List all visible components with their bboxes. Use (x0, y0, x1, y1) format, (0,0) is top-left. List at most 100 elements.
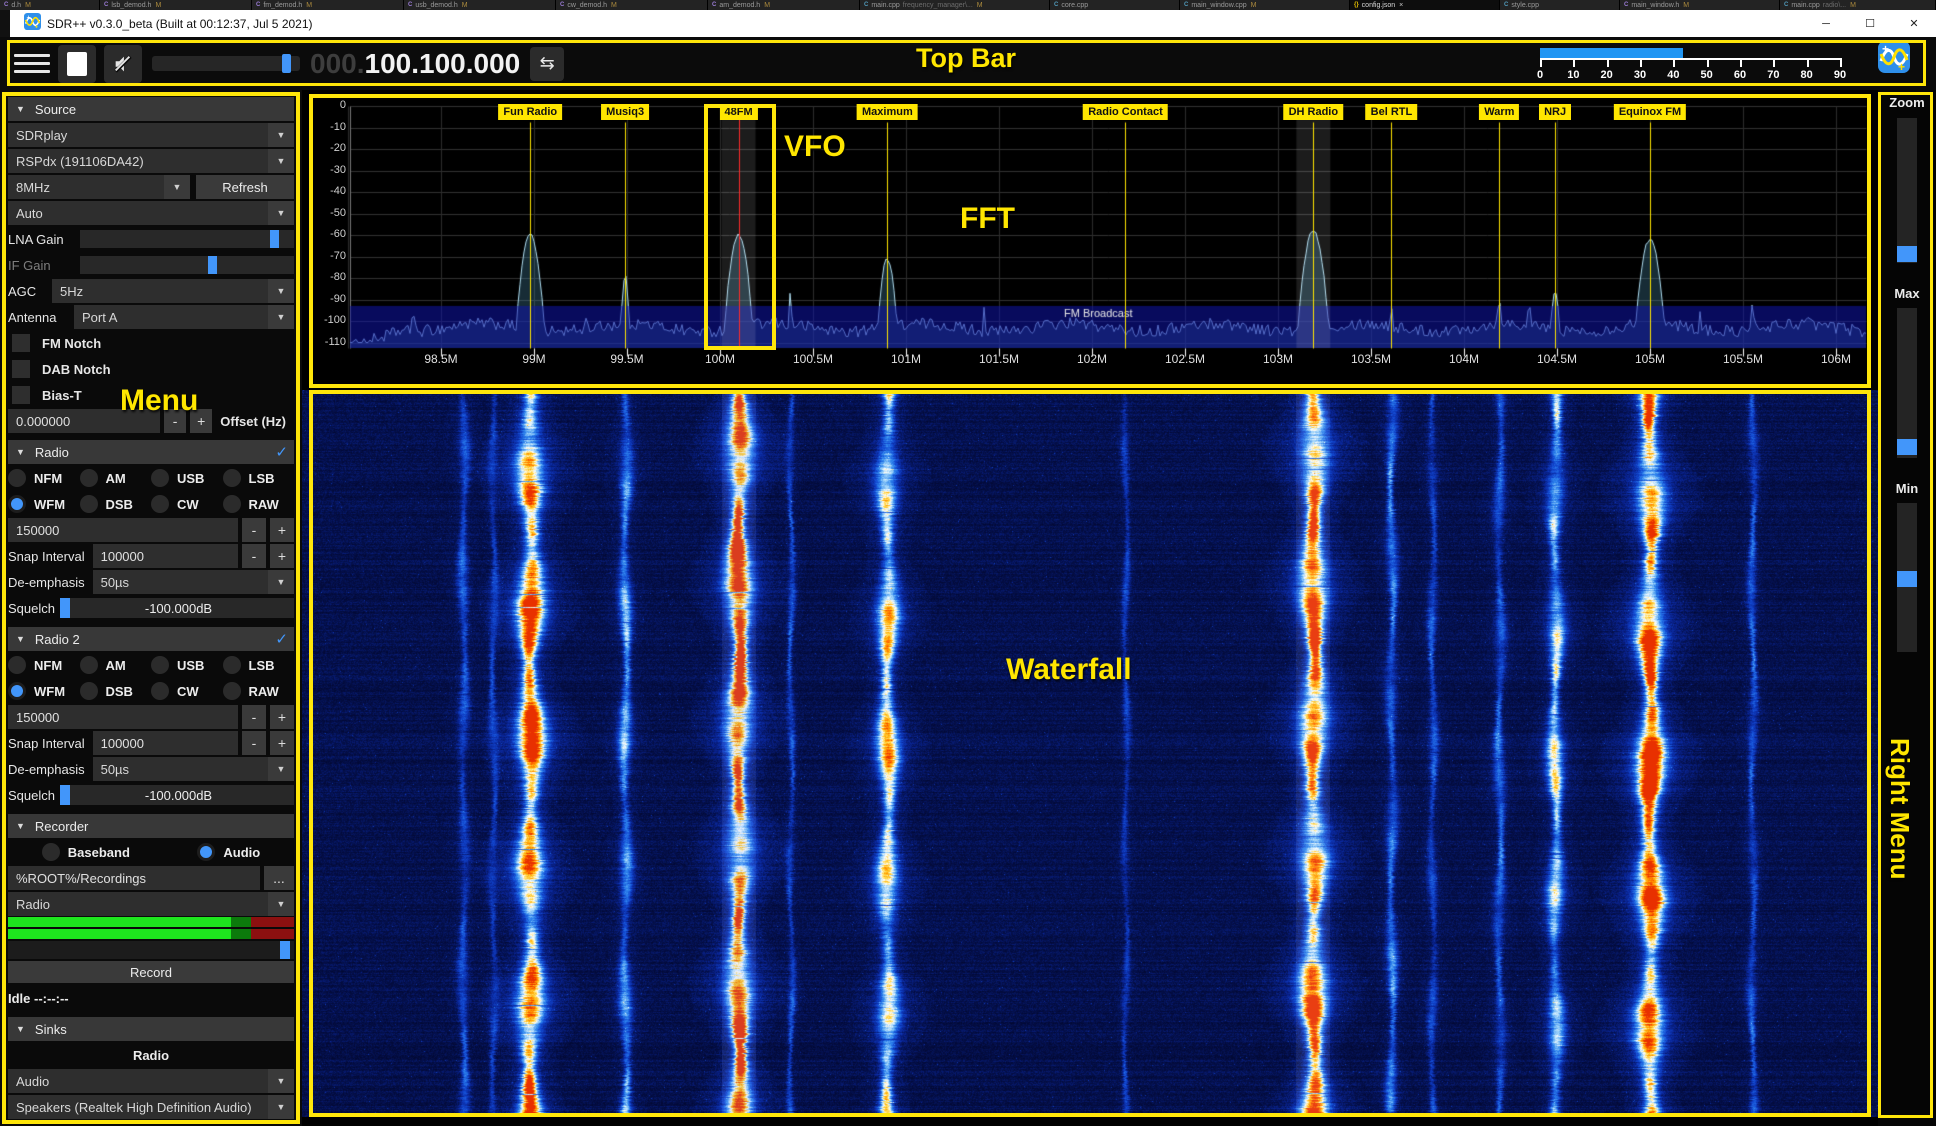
mode-option-wfm[interactable]: WFM (8, 679, 80, 703)
waterfall-display[interactable] (302, 390, 1878, 1117)
lna-gain-handle[interactable] (270, 230, 279, 248)
if-mode-select[interactable]: Auto▼ (8, 201, 294, 225)
recorder-section-header[interactable]: ▼Recorder (8, 814, 294, 838)
squelch-slider[interactable]: -100.000dB (63, 598, 294, 618)
code-tab-main-cpp[interactable]: Cmain.cppfrequency_manager\...M (860, 0, 1050, 10)
snap-interval-input[interactable]: 100000 (93, 731, 238, 755)
radio-bandwidth-input[interactable]: 150000 (8, 518, 238, 542)
mode-option-am[interactable]: AM (80, 466, 152, 490)
fft-zoom-slider[interactable] (1897, 118, 1917, 263)
mute-button[interactable] (104, 45, 142, 83)
mode-option-am[interactable]: AM (80, 653, 152, 677)
code-tab-usb-demod-h[interactable]: Cusb_demod.hM (404, 0, 556, 10)
if-gain-handle[interactable] (208, 256, 217, 274)
code-tab-style-cpp[interactable]: Cstyle.cpp (1500, 0, 1620, 10)
agc-select[interactable]: 5Hz▼ (52, 279, 294, 303)
record-button[interactable]: Record (8, 961, 294, 983)
squelch-handle[interactable] (60, 785, 70, 805)
radio2-bandwidth-input[interactable]: 150000 (8, 705, 238, 729)
bandwidth-select[interactable]: 8MHz▼ (8, 175, 190, 199)
audio-device-select[interactable]: Speakers (Realtek High Definition Audio)… (8, 1095, 294, 1119)
sink-type-select[interactable]: Audio▼ (8, 1069, 294, 1093)
radio-section-header[interactable]: ▼Radio✓ (8, 440, 294, 464)
mode-option-dsb[interactable]: DSB (80, 492, 152, 516)
fft-canvas[interactable] (302, 90, 1878, 390)
recorder-volume-slider[interactable] (8, 941, 294, 959)
source-driver-select[interactable]: SDRplay▼ (8, 123, 294, 147)
zoom-slider-handle[interactable] (1897, 246, 1917, 262)
browse-button[interactable]: ... (264, 866, 294, 890)
source-device-select[interactable]: RSPdx (191106DA42)▼ (8, 149, 294, 173)
refresh-button[interactable]: Refresh (196, 175, 294, 199)
snap-plus-button[interactable]: + (270, 544, 294, 568)
code-tab-main-window-h[interactable]: Cmain_window.hM (1620, 0, 1780, 10)
code-tab-d-h[interactable]: Cd.hM (0, 0, 100, 10)
snap-plus-button[interactable]: + (270, 731, 294, 755)
antenna-select[interactable]: Port A▼ (74, 305, 294, 329)
volume-slider[interactable] (152, 56, 300, 71)
code-tab-main-cpp[interactable]: Cmain.cppradio\...M (1780, 0, 1936, 10)
mode-option-lsb[interactable]: LSB (223, 466, 295, 490)
snap-minus-button[interactable]: - (242, 544, 266, 568)
deemphasis-select[interactable]: 50µs▼ (93, 757, 294, 781)
lna-gain-slider[interactable] (80, 230, 294, 248)
bandwidth-minus-button[interactable]: - (242, 705, 266, 729)
mode-option-nfm[interactable]: NFM (8, 653, 80, 677)
code-tab-main-window-cpp[interactable]: Cmain_window.cppM (1180, 0, 1350, 10)
snap-minus-button[interactable]: - (242, 731, 266, 755)
mode-option-dsb[interactable]: DSB (80, 679, 152, 703)
waterfall-canvas[interactable] (302, 390, 1878, 1117)
bias-t-checkbox[interactable] (12, 386, 30, 404)
mode-option-usb[interactable]: USB (151, 466, 223, 490)
mode-option-raw[interactable]: RAW (223, 679, 295, 703)
frequency-display[interactable]: 000.100.100.000 (310, 48, 520, 80)
squelch-handle[interactable] (60, 598, 70, 618)
minimize-button[interactable]: ─ (1804, 10, 1848, 37)
swap-arrows-button[interactable]: ⇆ (530, 47, 564, 81)
audio-radio-option[interactable]: Audio (197, 843, 260, 861)
mode-option-raw[interactable]: RAW (223, 492, 295, 516)
mode-option-lsb[interactable]: LSB (223, 653, 295, 677)
fft-max-slider[interactable] (1897, 308, 1917, 458)
bandwidth-minus-button[interactable]: - (242, 518, 266, 542)
recorder-volume-handle[interactable] (280, 941, 290, 959)
mode-option-cw[interactable]: CW (151, 679, 223, 703)
mode-option-cw[interactable]: CW (151, 492, 223, 516)
recording-path-input[interactable]: %ROOT%/Recordings (8, 866, 260, 890)
fft-display[interactable]: 0-10-20-30-40-50-60-70-80-90-100-110 98.… (302, 90, 1878, 390)
code-tab-am-demod-h[interactable]: Cam_demod.hM (708, 0, 860, 10)
fm-notch-checkbox[interactable] (12, 334, 30, 352)
fft-min-slider[interactable] (1897, 503, 1917, 652)
sinks-section-header[interactable]: ▼Sinks (8, 1017, 294, 1041)
maximize-button[interactable]: ☐ (1848, 10, 1892, 37)
mode-option-nfm[interactable]: NFM (8, 466, 80, 490)
recorder-stream-select[interactable]: Radio▼ (8, 892, 294, 916)
baseband-radio-option[interactable]: Baseband (42, 843, 130, 861)
offset-plus-button[interactable]: + (190, 409, 212, 433)
code-tab-core-cpp[interactable]: Ccore.cpp (1050, 0, 1180, 10)
if-gain-slider[interactable] (80, 256, 294, 274)
radio2-section-header[interactable]: ▼Radio 2✓ (8, 627, 294, 651)
close-tab-icon[interactable]: × (1399, 2, 1403, 9)
code-tab-config-json[interactable]: {}config.json× (1350, 0, 1500, 10)
max-slider-handle[interactable] (1897, 439, 1917, 455)
squelch-slider[interactable]: -100.000dB (63, 785, 294, 805)
min-slider-handle[interactable] (1897, 571, 1917, 587)
volume-slider-handle[interactable] (282, 54, 291, 73)
close-button[interactable]: ✕ (1892, 10, 1936, 37)
offset-input[interactable]: 0.000000 (8, 409, 160, 433)
mode-option-usb[interactable]: USB (151, 653, 223, 677)
source-section-header[interactable]: ▼Source (8, 97, 294, 121)
deemphasis-select[interactable]: 50µs▼ (93, 570, 294, 594)
bandwidth-plus-button[interactable]: + (270, 705, 294, 729)
stop-button[interactable] (58, 45, 96, 83)
mode-option-wfm[interactable]: WFM (8, 492, 80, 516)
code-tab-fm-demod-h[interactable]: Cfm_demod.hM (252, 0, 404, 10)
code-tab-lsb-demod-h[interactable]: Clsb_demod.hM (100, 0, 252, 10)
offset-minus-button[interactable]: - (164, 409, 186, 433)
snap-interval-input[interactable]: 100000 (93, 544, 238, 568)
dab-notch-checkbox[interactable] (12, 360, 30, 378)
bandwidth-plus-button[interactable]: + (270, 518, 294, 542)
menu-toggle-button[interactable] (14, 49, 50, 79)
code-tab-cw-demod-h[interactable]: Ccw_demod.hM (556, 0, 708, 10)
